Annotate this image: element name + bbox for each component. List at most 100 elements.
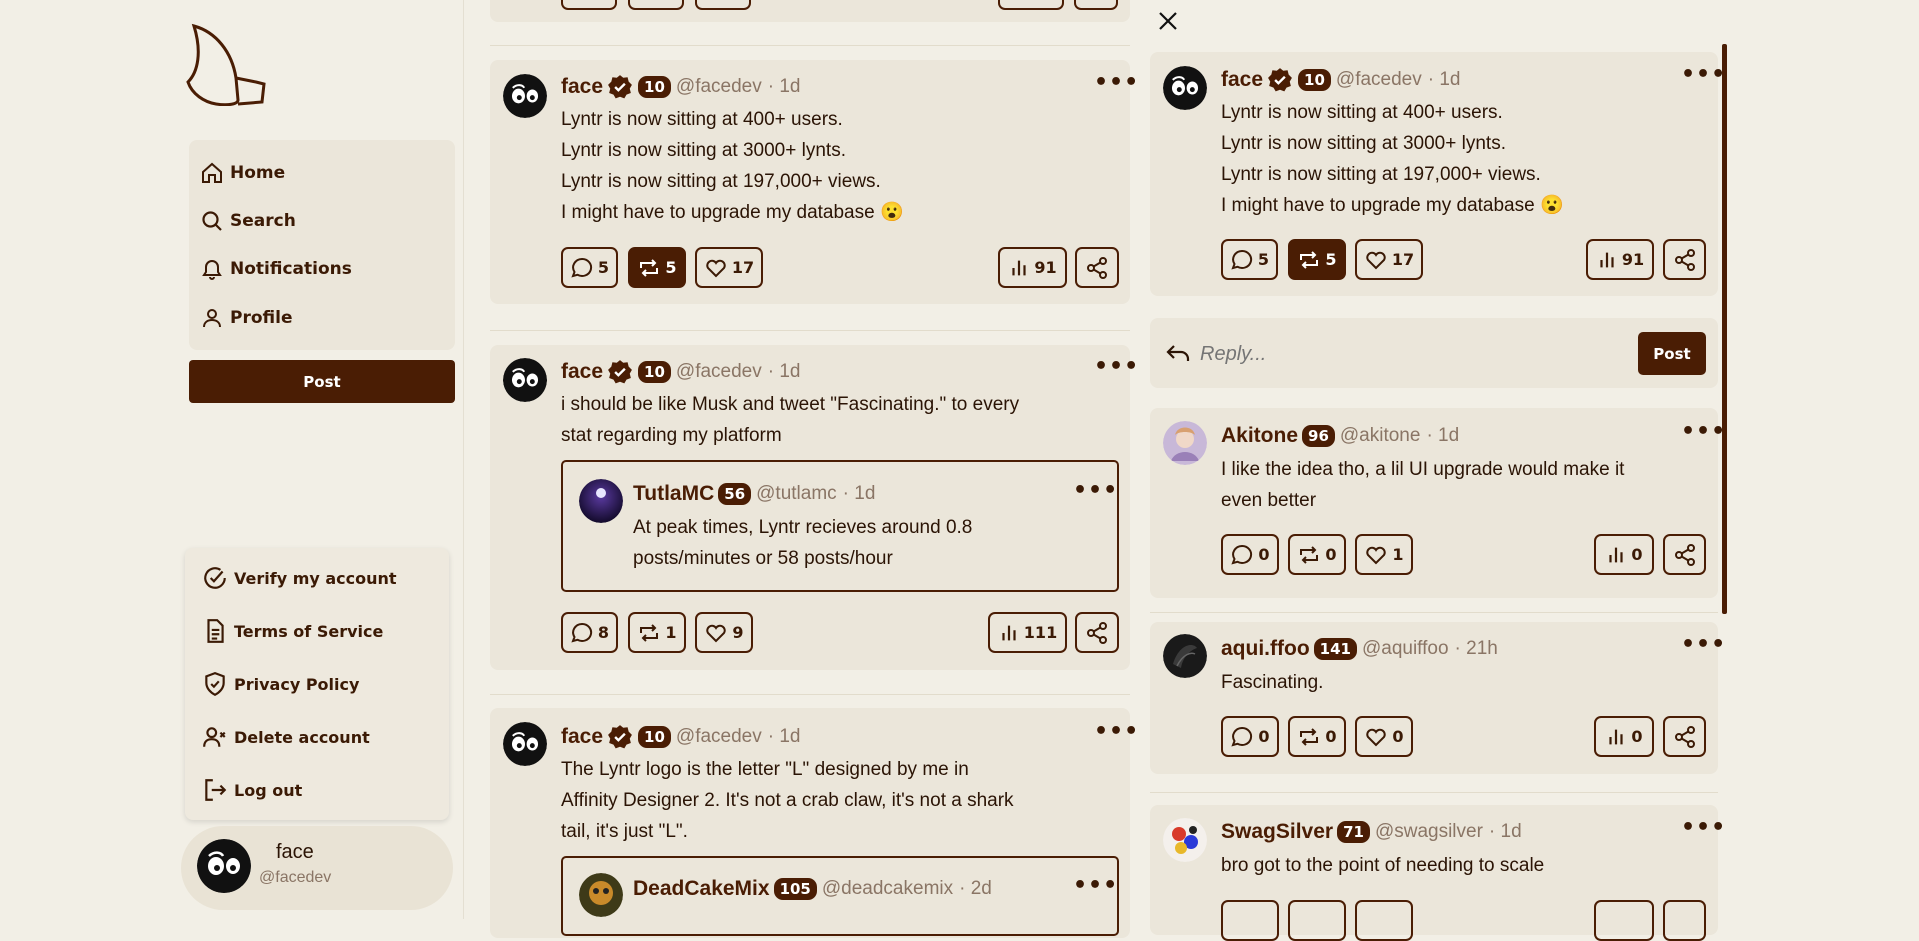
username[interactable]: Akitone (1221, 424, 1298, 448)
post-time: · 1d (1426, 425, 1460, 446)
lyntr-logo[interactable] (186, 22, 268, 106)
user-handle[interactable]: @facedev (1336, 69, 1422, 91)
like-button[interactable]: 1 (1355, 534, 1413, 575)
close-icon[interactable] (1157, 10, 1179, 32)
menu-log-out[interactable]: Log out (202, 777, 302, 803)
share-button[interactable] (1075, 612, 1119, 653)
sidebar-item-notifications[interactable]: Notifications (200, 257, 352, 281)
reply-header: aqui.ffoo 141 @aquiffoo · 21h (1221, 637, 1498, 661)
post-header: face 10 @facedev · 1d (561, 724, 801, 750)
more-options-icon[interactable]: ••• (1094, 70, 1139, 95)
user-handle[interactable]: @aquiffoo (1362, 638, 1449, 660)
username[interactable]: face (561, 360, 603, 384)
sidebar-item-label: Profile (230, 308, 293, 328)
menu-privacy-policy[interactable]: Privacy Policy (202, 671, 359, 697)
like-count: 17 (1391, 250, 1415, 269)
username[interactable]: face (561, 725, 603, 749)
user-handle[interactable]: @facedev (676, 76, 762, 98)
user-handle[interactable]: @facedev (676, 361, 762, 383)
views-button[interactable] (1594, 900, 1654, 941)
views-button[interactable]: 0 (1594, 716, 1654, 757)
more-options-icon[interactable]: ••• (1681, 632, 1726, 657)
repost-icon (1297, 248, 1321, 272)
partial-action-button[interactable] (998, 0, 1064, 10)
views-button[interactable]: 91 (1586, 239, 1654, 280)
partial-action-button[interactable] (561, 0, 617, 10)
username[interactable]: face (1221, 68, 1263, 92)
share-button[interactable] (1663, 534, 1706, 575)
user-handle[interactable]: @swagsilver (1375, 821, 1483, 843)
more-options-icon[interactable]: ••• (1681, 62, 1726, 87)
sidebar-item-search[interactable]: Search (200, 209, 296, 233)
repost-button[interactable]: 0 (1288, 716, 1346, 757)
like-button[interactable] (1355, 900, 1413, 941)
avatar[interactable] (579, 873, 623, 917)
divider (1150, 792, 1718, 793)
avatar[interactable] (1163, 421, 1207, 465)
more-options-icon[interactable]: ••• (1073, 478, 1118, 503)
reply-post-button[interactable]: Post (1638, 332, 1706, 375)
avatar[interactable] (1163, 66, 1207, 110)
menu-item-label: Log out (234, 780, 303, 800)
comment-icon (1230, 725, 1254, 749)
share-button[interactable] (1663, 239, 1706, 280)
views-button[interactable]: 91 (998, 247, 1067, 288)
avatar[interactable] (503, 74, 547, 118)
comment-button[interactable]: 8 (561, 612, 618, 653)
post-text-line: i should be like Musk and tweet "Fascina… (561, 394, 1020, 415)
repost-button[interactable]: 5 (1288, 239, 1346, 280)
repost-button[interactable]: 0 (1288, 534, 1346, 575)
menu-terms-of-service[interactable]: Terms of Service (202, 618, 383, 644)
views-button[interactable]: 0 (1594, 534, 1654, 575)
avatar[interactable] (1163, 634, 1207, 678)
share-button[interactable] (1663, 900, 1706, 941)
reply-input[interactable] (1198, 336, 1632, 372)
share-button[interactable] (1075, 247, 1119, 288)
like-button[interactable]: 17 (695, 247, 763, 288)
comment-button[interactable]: 0 (1221, 534, 1279, 575)
bar-chart-icon (1605, 544, 1627, 566)
sidebar-item-home[interactable]: Home (200, 161, 285, 185)
comment-button[interactable]: 5 (1221, 239, 1278, 280)
like-button[interactable]: 0 (1355, 716, 1413, 757)
username[interactable]: face (561, 75, 603, 99)
repost-button[interactable]: 1 (628, 612, 686, 653)
username[interactable]: DeadCakeMix (633, 877, 770, 901)
username[interactable]: SwagSilver (1221, 820, 1333, 844)
avatar[interactable] (503, 722, 547, 766)
user-handle[interactable]: @tutlamc (756, 483, 837, 505)
user-handle[interactable]: @akitone (1340, 425, 1421, 447)
more-options-icon[interactable]: ••• (1094, 719, 1139, 744)
share-button[interactable] (1663, 716, 1706, 757)
user-handle[interactable]: @deadcakemix (822, 878, 953, 900)
user-handle[interactable]: @facedev (676, 726, 762, 748)
partial-action-button[interactable] (1074, 0, 1118, 10)
post-text-line: Affinity Designer 2. It's not a crab cla… (561, 790, 1014, 811)
more-options-icon[interactable]: ••• (1681, 419, 1726, 444)
comment-button[interactable] (1221, 900, 1279, 941)
sidebar-item-profile[interactable]: Profile (200, 306, 292, 330)
menu-verify-account[interactable]: Verify my account (202, 565, 397, 591)
avatar[interactable] (1163, 818, 1207, 862)
like-button[interactable]: 9 (695, 612, 753, 653)
menu-item-label: Privacy Policy (234, 674, 360, 694)
username[interactable]: TutlaMC (633, 482, 714, 506)
menu-delete-account[interactable]: Delete account (202, 724, 370, 750)
repost-button[interactable] (1288, 900, 1346, 941)
views-button[interactable]: 111 (988, 612, 1067, 653)
partial-action-button[interactable] (628, 0, 684, 10)
avatar[interactable] (579, 479, 623, 523)
avatar[interactable] (503, 358, 547, 402)
reply-text-line: Fascinating. (1221, 672, 1324, 693)
scrollbar-thumb[interactable] (1722, 44, 1727, 614)
more-options-icon[interactable]: ••• (1073, 873, 1118, 898)
comment-button[interactable]: 5 (561, 247, 618, 288)
partial-action-button[interactable] (695, 0, 751, 10)
more-options-icon[interactable]: ••• (1094, 354, 1139, 379)
repost-button[interactable]: 5 (628, 247, 686, 288)
comment-button[interactable]: 0 (1221, 716, 1279, 757)
more-options-icon[interactable]: ••• (1681, 815, 1726, 840)
new-post-button[interactable]: Post (189, 360, 455, 403)
like-button[interactable]: 17 (1355, 239, 1423, 280)
username[interactable]: aqui.ffoo (1221, 637, 1310, 661)
